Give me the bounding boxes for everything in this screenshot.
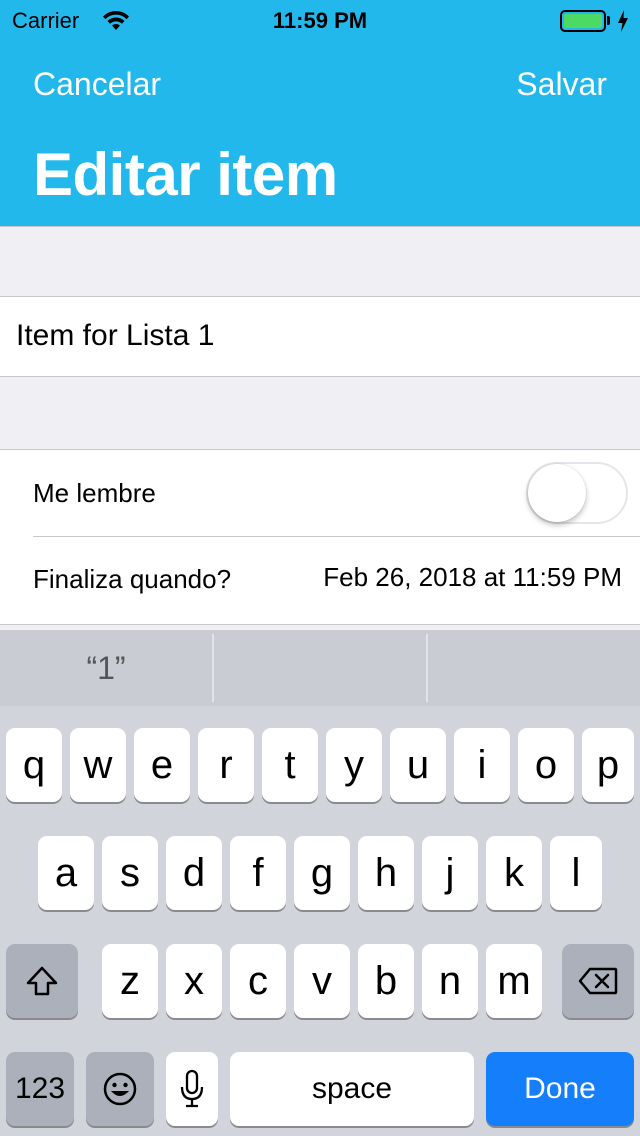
prediction-1[interactable]: “1” [0, 630, 212, 706]
key-a[interactable]: a [38, 836, 94, 910]
emoji-icon [103, 1072, 137, 1106]
delete-icon [578, 967, 618, 995]
key-q[interactable]: q [6, 728, 62, 802]
due-date-value[interactable]: Feb 26, 2018 at 11:59 PM [323, 562, 622, 593]
row-divider [33, 536, 640, 537]
remind-me-label: Me lembre [33, 478, 156, 508]
due-date-label: Finaliza quando? [33, 564, 232, 594]
shift-icon [26, 966, 58, 996]
section-divider [0, 376, 640, 377]
navigation-header: Carrier 11:59 PM Cancelar Salvar Editar … [0, 0, 640, 226]
key-s[interactable]: s [102, 836, 158, 910]
key-n[interactable]: n [422, 944, 478, 1018]
reminder-section: Me lembre Finaliza quando? Feb 26, 2018 … [0, 450, 640, 624]
keyboard: “1” q w e r t y u i o p a s d f g h j k … [0, 630, 640, 1136]
key-p[interactable]: p [582, 728, 634, 802]
key-b[interactable]: b [358, 944, 414, 1018]
header-divider [0, 226, 640, 227]
done-key[interactable]: Done [486, 1052, 634, 1126]
key-t[interactable]: t [262, 728, 318, 802]
emoji-key[interactable] [86, 1052, 154, 1126]
battery-icon [560, 10, 606, 32]
item-name-input[interactable] [16, 297, 626, 375]
key-f[interactable]: f [230, 836, 286, 910]
dictation-key[interactable] [166, 1052, 218, 1126]
key-y[interactable]: y [326, 728, 382, 802]
key-h[interactable]: h [358, 836, 414, 910]
key-z[interactable]: z [102, 944, 158, 1018]
prediction-3[interactable] [428, 630, 640, 706]
space-key[interactable]: space [230, 1052, 474, 1126]
cancel-button[interactable]: Cancelar [33, 66, 161, 103]
charging-bolt-icon [618, 10, 628, 32]
key-v[interactable]: v [294, 944, 350, 1018]
key-j[interactable]: j [422, 836, 478, 910]
key-w[interactable]: w [70, 728, 126, 802]
key-r[interactable]: r [198, 728, 254, 802]
key-e[interactable]: e [134, 728, 190, 802]
microphone-icon [180, 1069, 204, 1108]
item-name-cell [0, 297, 640, 376]
key-l[interactable]: l [550, 836, 602, 910]
numbers-key[interactable]: 123 [6, 1052, 74, 1126]
status-bar: Carrier 11:59 PM [0, 0, 640, 40]
key-g[interactable]: g [294, 836, 350, 910]
key-u[interactable]: u [390, 728, 446, 802]
predictive-bar: “1” [0, 630, 640, 706]
key-o[interactable]: o [518, 728, 574, 802]
remind-me-switch[interactable] [526, 462, 628, 524]
section-divider [0, 624, 640, 625]
prediction-2[interactable] [214, 630, 426, 706]
page-title: Editar item [33, 141, 338, 208]
status-time: 11:59 PM [272, 8, 368, 33]
delete-key[interactable] [562, 944, 634, 1018]
switch-knob [528, 464, 586, 522]
battery-cap [607, 16, 610, 25]
key-k[interactable]: k [486, 836, 542, 910]
key-x[interactable]: x [166, 944, 222, 1018]
save-button[interactable]: Salvar [516, 66, 607, 103]
key-m[interactable]: m [486, 944, 542, 1018]
shift-key[interactable] [6, 944, 78, 1018]
key-d[interactable]: d [166, 836, 222, 910]
key-c[interactable]: c [230, 944, 286, 1018]
key-i[interactable]: i [454, 728, 510, 802]
